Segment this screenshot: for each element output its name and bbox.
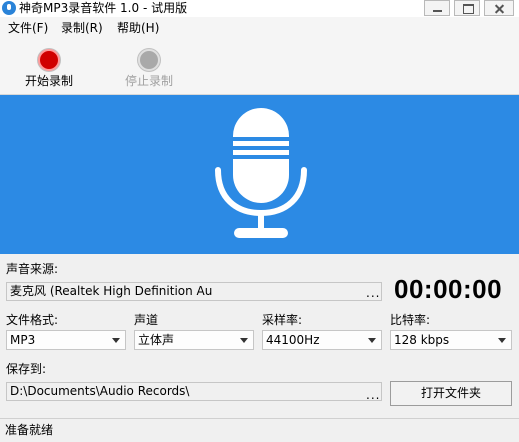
- bitrate-value: 128 kbps: [394, 333, 450, 347]
- save-label: 保存到:: [6, 362, 47, 376]
- channel-label: 声道: [134, 313, 159, 327]
- menu-record[interactable]: 录制(R): [61, 21, 103, 35]
- chevron-down-icon: [112, 338, 120, 343]
- chevron-down-icon: [498, 338, 506, 343]
- window-title: 神奇MP3录音软件 1.0 - 试用版: [19, 1, 188, 15]
- source-browse-button[interactable]: ...: [366, 287, 380, 299]
- close-icon[interactable]: [484, 0, 514, 16]
- format-select[interactable]: MP3: [6, 330, 126, 350]
- open-folder-button[interactable]: 打开文件夹: [390, 381, 512, 406]
- elapsed-timer: 00:00:00: [394, 274, 503, 304]
- source-field[interactable]: 麦克风 (Realtek High Definition Au: [6, 282, 382, 301]
- source-value: 麦克风 (Realtek High Definition Au: [10, 284, 213, 298]
- status-bar: 准备就绪: [0, 418, 519, 442]
- app-icon: [2, 1, 16, 15]
- chevron-down-icon: [240, 338, 248, 343]
- microphone-banner: [0, 95, 519, 254]
- stop-icon: [138, 49, 160, 71]
- start-record-button[interactable]: 开始录制: [17, 43, 81, 91]
- save-path-value: D:\Documents\Audio Records\: [10, 384, 190, 398]
- microphone-icon: [215, 108, 307, 238]
- bitrate-select[interactable]: 128 kbps: [390, 330, 512, 350]
- save-browse-button[interactable]: ...: [366, 389, 380, 401]
- stop-record-label: 停止录制: [124, 74, 173, 88]
- minimize-icon[interactable]: [424, 0, 450, 16]
- menu-help[interactable]: 帮助(H): [117, 21, 159, 35]
- record-icon: [38, 49, 60, 71]
- sample-rate-select[interactable]: 44100Hz: [262, 330, 382, 350]
- source-label: 声音来源:: [6, 262, 59, 276]
- menu-file[interactable]: 文件(F): [8, 21, 48, 35]
- stop-record-button[interactable]: 停止录制: [117, 43, 181, 91]
- chevron-down-icon: [368, 338, 376, 343]
- channel-value: 立体声: [138, 333, 175, 347]
- toolbar: 开始录制 停止录制: [0, 39, 519, 95]
- bitrate-label: 比特率:: [390, 313, 431, 327]
- start-record-label: 开始录制: [24, 74, 73, 88]
- sample-rate-label: 采样率:: [262, 313, 303, 327]
- title-bar: 神奇MP3录音软件 1.0 - 试用版: [0, 0, 519, 17]
- maximize-icon[interactable]: [454, 0, 480, 16]
- menu-bar: 文件(F) 录制(R) 帮助(H): [0, 17, 519, 39]
- channel-select[interactable]: 立体声: [134, 330, 254, 350]
- format-label: 文件格式:: [6, 313, 59, 327]
- format-value: MP3: [10, 333, 36, 347]
- save-path-field[interactable]: D:\Documents\Audio Records\: [6, 382, 382, 401]
- sample-rate-value: 44100Hz: [266, 333, 320, 347]
- status-text: 准备就绪: [5, 423, 54, 437]
